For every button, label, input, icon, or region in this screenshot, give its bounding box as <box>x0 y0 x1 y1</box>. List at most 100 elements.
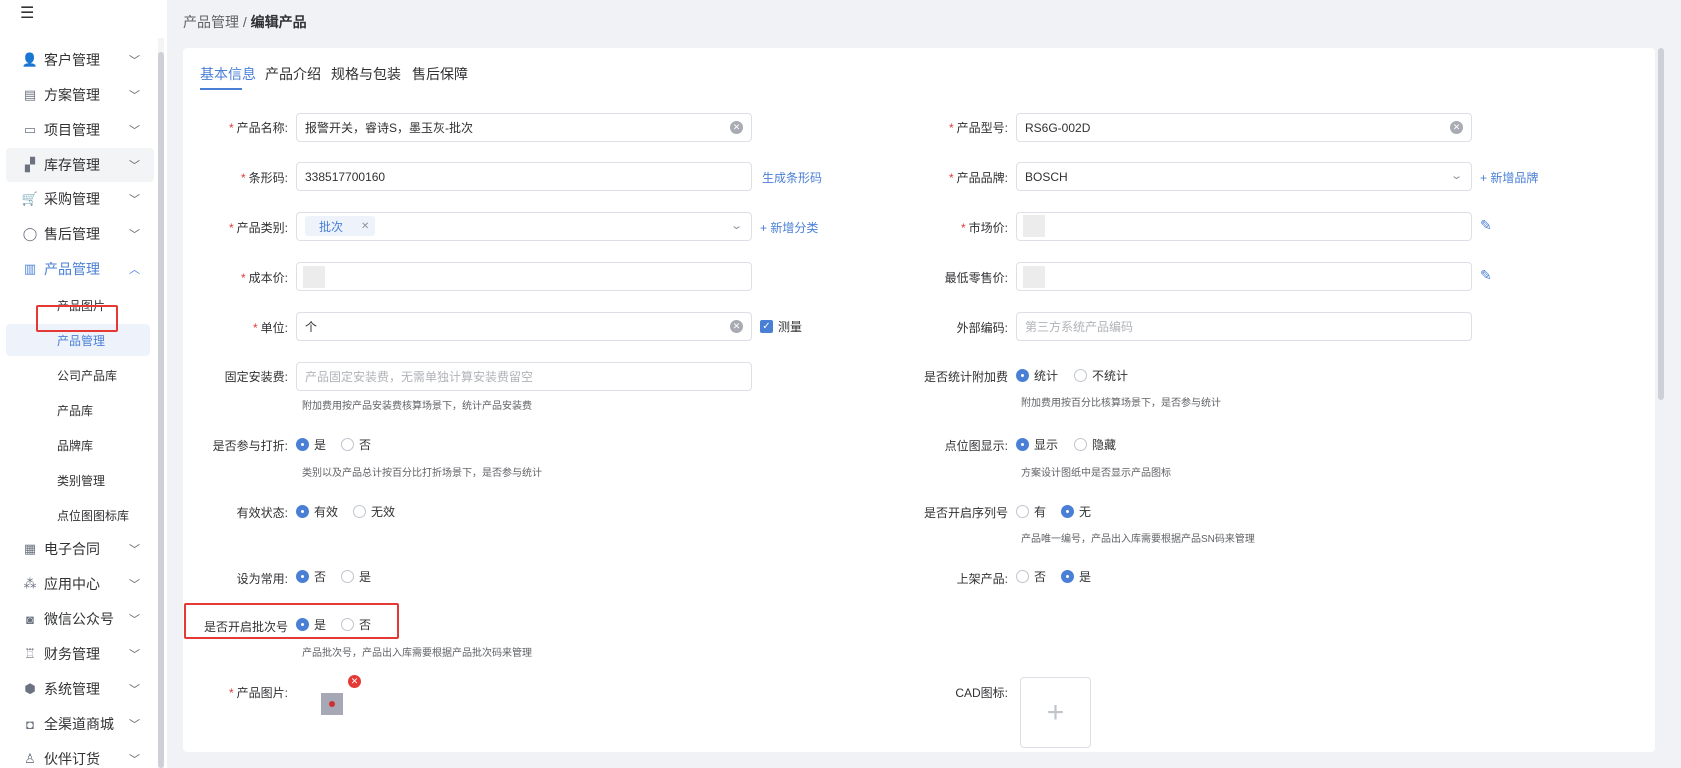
sidebar-item-11[interactable]: ♖ 财务管理 ﹀ <box>6 637 154 671</box>
sidebar-item-12[interactable]: ⬢ 系统管理 ﹀ <box>6 672 154 706</box>
serial-radio-no[interactable]: 无 <box>1061 503 1091 520</box>
sidebar-item-2[interactable]: ▤ 方案管理 ﹀ <box>6 78 154 112</box>
chevron-down-icon: ﹀ <box>129 544 140 556</box>
cart-icon: 🛒 <box>21 191 39 206</box>
tag-close-icon[interactable]: ✕ <box>361 221 369 232</box>
image-pin-icon <box>329 701 335 707</box>
brand-select[interactable]: BOSCH ⌄ <box>1016 162 1472 191</box>
sidebar-item-8[interactable]: ▦ 电子合同 ﹀ <box>6 532 154 566</box>
product-name-value: 报警开关，睿诗S，墨玉灰-批次 <box>305 121 474 135</box>
discount-hint: 类别以及产品总计按百分比打折场景下，是否参与统计 <box>302 468 542 479</box>
product-image-thumbnail[interactable] <box>321 693 343 715</box>
common-radio-yes[interactable]: 是 <box>341 568 371 585</box>
discount-radio-yes[interactable]: 是 <box>296 436 326 453</box>
mall-icon: ◘ <box>26 716 34 732</box>
point-radio-hide[interactable]: 隐藏 <box>1074 436 1116 453</box>
radio-dot <box>1016 570 1029 583</box>
menu-collapse-icon[interactable]: ☰ <box>20 6 38 22</box>
add-brand-link[interactable]: + 新增品牌 <box>1480 169 1538 186</box>
tab-basic-info[interactable]: 基本信息 <box>200 64 256 84</box>
measure-label: 测量 <box>778 320 803 334</box>
batch-hint: 产品批次号，产品出入库需要根据产品批次码来管理 <box>302 648 532 659</box>
clear-icon[interactable]: ✕ <box>1450 121 1463 134</box>
folder-icon: ▭ <box>23 122 37 137</box>
add-category-link[interactable]: + 新增分类 <box>760 219 818 236</box>
edit-pencil-icon[interactable]: ✎ <box>1480 217 1492 234</box>
sidebar-item-9[interactable]: ⁂ 应用中心 ﹀ <box>6 567 154 601</box>
sidebar-item-13[interactable]: ◘ 全渠道商城 ﹀ <box>6 707 154 741</box>
main-scrollbar[interactable] <box>1658 48 1664 400</box>
sidebar-scrollbar[interactable] <box>158 52 164 768</box>
point-radio-show[interactable]: 显示 <box>1016 436 1058 453</box>
barcode-input[interactable]: 338517700160 <box>296 162 752 191</box>
sidebar-item-3[interactable]: ▭ 项目管理 ﹀ <box>6 113 154 147</box>
measure-checkbox[interactable]: ✓ 测量 <box>760 318 802 335</box>
product-name-input[interactable]: 报警开关，睿诗S，墨玉灰-批次 ✕ <box>296 113 752 142</box>
product-icon: ▥ <box>23 261 37 276</box>
tab-active-indicator <box>200 88 242 90</box>
sidebar-item-7[interactable]: ▥ 产品管理 ︿ <box>6 252 154 286</box>
surcharge-hint: 附加费用按百分比核算场景下，是否参与统计 <box>1021 398 1221 409</box>
radio-dot <box>1016 369 1029 382</box>
sidebar-subitem-5[interactable]: 品牌库 <box>6 429 150 461</box>
shelf-radio-no[interactable]: 否 <box>1016 568 1046 585</box>
surcharge-radio-count[interactable]: 统计 <box>1016 367 1058 384</box>
install-fee-input[interactable]: 产品固定安装费，无需单独计算安装费留空 <box>296 362 752 391</box>
common-radio-no[interactable]: 否 <box>296 568 326 585</box>
external-code-input[interactable]: 第三方系统产品编码 <box>1016 312 1472 341</box>
common-label: 设为常用: <box>236 572 288 586</box>
status-radio-valid[interactable]: 有效 <box>296 503 338 520</box>
clear-icon[interactable]: ✕ <box>730 121 743 134</box>
discount-radio-no[interactable]: 否 <box>341 436 371 453</box>
sidebar-item-label: 项目管理 <box>44 122 100 138</box>
breadcrumb-parent[interactable]: 产品管理 <box>183 14 239 30</box>
sidebar-subitem-3[interactable]: 公司产品库 <box>6 359 150 391</box>
sidebar-item-4[interactable]: ▞ 库存管理 ﹀ <box>6 148 154 182</box>
radio-dot <box>1016 505 1029 518</box>
shelf-radio-yes[interactable]: 是 <box>1061 568 1091 585</box>
market-price-input[interactable] <box>1016 212 1472 241</box>
surcharge-radio-no-count[interactable]: 不统计 <box>1074 367 1128 384</box>
masked-value <box>1023 266 1045 288</box>
serial-radio-yes[interactable]: 有 <box>1016 503 1046 520</box>
sidebar-subitem-1[interactable]: 产品图片 <box>6 289 150 321</box>
cad-upload-button[interactable]: + <box>1020 677 1091 748</box>
sidebar-subitem-label: 公司产品库 <box>57 368 118 383</box>
radio-dot <box>1016 438 1029 451</box>
clear-icon[interactable]: ✕ <box>730 320 743 333</box>
unit-input[interactable]: 个 ✕ <box>296 312 752 341</box>
sidebar-subitem-7[interactable]: 点位图图标库 <box>6 499 150 531</box>
sidebar-item-10[interactable]: ◙ 微信公众号 ﹀ <box>6 602 154 636</box>
sidebar-subitem-label: 产品库 <box>57 403 94 418</box>
chevron-down-icon: ﹀ <box>129 754 140 766</box>
min-retail-price-label: 最低零售价: <box>944 271 1008 285</box>
batch-radio-no[interactable]: 否 <box>341 616 371 633</box>
tab-after-sales[interactable]: 售后保障 <box>412 64 468 84</box>
batch-radio-yes[interactable]: 是 <box>296 616 326 633</box>
chevron-down-icon: ﹀ <box>129 90 140 102</box>
sidebar-item-14[interactable]: ♙ 伙伴订货 ﹀ <box>6 742 154 768</box>
cost-price-input[interactable] <box>296 262 752 291</box>
chevron-down-icon: ﹀ <box>129 719 140 731</box>
sidebar-subitem-6[interactable]: 类别管理 <box>6 464 150 496</box>
tab-product-intro[interactable]: 产品介绍 <box>265 64 321 84</box>
product-image-label: * 产品图片: <box>228 686 288 700</box>
radio-dot <box>1061 505 1074 518</box>
min-retail-price-input[interactable] <box>1016 262 1472 291</box>
sidebar-subitem-2[interactable]: 产品管理 <box>6 324 150 356</box>
radio-dot <box>341 570 354 583</box>
status-radio-invalid[interactable]: 无效 <box>353 503 395 520</box>
cost-price-label: * 成本价: <box>240 271 288 285</box>
apps-icon: ⁂ <box>23 576 37 591</box>
generate-barcode-link[interactable]: 生成条形码 <box>762 169 822 186</box>
radio-dot <box>1074 369 1087 382</box>
chevron-down-icon: ﹀ <box>129 684 140 696</box>
sidebar-subitem-4[interactable]: 产品库 <box>6 394 150 426</box>
sidebar-item-5[interactable]: 🛒 采购管理 ﹀ <box>6 182 154 216</box>
delete-image-icon[interactable]: ✕ <box>348 675 361 688</box>
sidebar-item-1[interactable]: 👤 客户管理 ﹀ <box>6 43 154 77</box>
sidebar-item-6[interactable]: ◯ 售后管理 ﹀ <box>6 217 154 251</box>
product-model-input[interactable]: RS6G-002D ✕ <box>1016 113 1472 142</box>
edit-pencil-icon[interactable]: ✎ <box>1480 267 1492 284</box>
tab-spec-package[interactable]: 规格与包装 <box>331 64 401 84</box>
